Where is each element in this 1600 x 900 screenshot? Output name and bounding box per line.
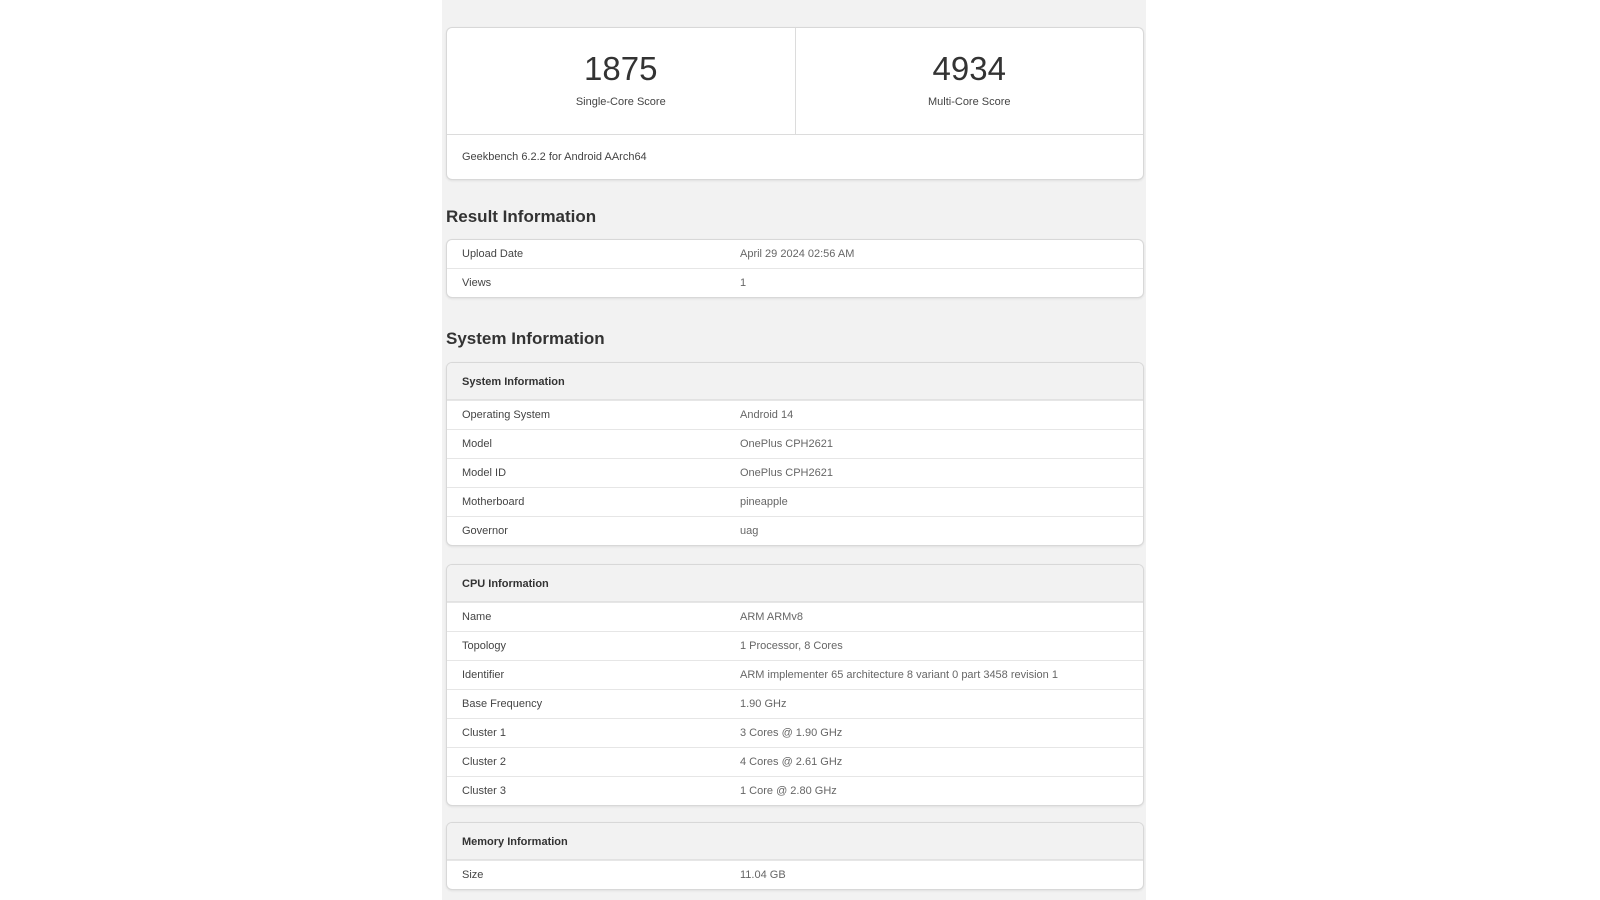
- table-row: Governor uag: [447, 516, 1143, 545]
- table-row: Views 1: [447, 268, 1143, 297]
- row-key: Model: [462, 438, 492, 450]
- row-value: OnePlus CPH2621: [740, 438, 833, 450]
- row-value: 1 Core @ 2.80 GHz: [740, 785, 837, 797]
- row-value: 11.04 GB: [740, 869, 786, 881]
- row-value: 1.90 GHz: [740, 698, 787, 710]
- row-value: Android 14: [740, 409, 794, 421]
- row-key: Name: [462, 611, 492, 623]
- row-key: Model ID: [462, 467, 507, 479]
- geekbench-result-page: 1875 Single-Core Score 4934 Multi-Core S…: [442, 0, 1146, 900]
- row-value: ARM implementer 65 architecture 8 varian…: [740, 669, 1058, 681]
- table-header: CPU Information: [447, 565, 1143, 602]
- table-row: Upload Date April 29 2024 02:56 AM: [447, 240, 1143, 268]
- row-value: 1 Processor, 8 Cores: [740, 640, 843, 652]
- table-row: Identifier ARM implementer 65 architectu…: [447, 660, 1143, 689]
- row-key: Views: [462, 277, 492, 289]
- table-row: Cluster 2 4 Cores @ 2.61 GHz: [447, 747, 1143, 776]
- table-row: Topology 1 Processor, 8 Cores: [447, 631, 1143, 660]
- row-value: April 29 2024 02:56 AM: [740, 248, 855, 260]
- table-row: Base Frequency 1.90 GHz: [447, 689, 1143, 718]
- row-key: Identifier: [462, 669, 505, 681]
- row-value: ARM ARMv8: [740, 611, 803, 623]
- row-key: Cluster 3: [462, 785, 507, 797]
- row-key: Cluster 2: [462, 756, 507, 768]
- table-row: Motherboard pineapple: [447, 487, 1143, 516]
- row-key: Topology: [462, 640, 507, 652]
- single-core-score-value: 1875: [584, 50, 658, 87]
- table-row: Cluster 3 1 Core @ 2.80 GHz: [447, 776, 1143, 805]
- row-key: Base Frequency: [462, 698, 543, 710]
- system-information-heading: System Information: [446, 329, 605, 348]
- scores-row: 1875 Single-Core Score 4934 Multi-Core S…: [447, 28, 1143, 135]
- row-key: Governor: [462, 525, 508, 537]
- table-row: Name ARM ARMv8: [447, 602, 1143, 631]
- table-row: Model OnePlus CPH2621: [447, 429, 1143, 458]
- table-row: Cluster 1 3 Cores @ 1.90 GHz: [447, 718, 1143, 747]
- score-card: 1875 Single-Core Score 4934 Multi-Core S…: [446, 27, 1144, 180]
- table-row: Size 11.04 GB: [447, 860, 1143, 889]
- row-key: Size: [462, 869, 484, 881]
- single-core-score: 1875 Single-Core Score: [447, 28, 795, 134]
- result-information-heading: Result Information: [446, 207, 597, 226]
- memory-information-table: Memory Information Size 11.04 GB: [446, 822, 1144, 890]
- row-value: uag: [740, 525, 759, 537]
- row-value: 3 Cores @ 1.90 GHz: [740, 727, 843, 739]
- row-key: Upload Date: [462, 248, 524, 260]
- result-information-table: Upload Date April 29 2024 02:56 AM Views…: [446, 239, 1144, 298]
- system-information-table: System Information Operating System Andr…: [446, 362, 1144, 546]
- table-row: Operating System Android 14: [447, 400, 1143, 429]
- multi-core-score-label: Multi-Core Score: [927, 96, 1011, 108]
- table-header: System Information: [447, 363, 1143, 400]
- row-key: Operating System: [462, 409, 551, 421]
- multi-core-score: 4934 Multi-Core Score: [794, 28, 1144, 134]
- row-key: Cluster 1: [462, 727, 507, 739]
- row-value: 4 Cores @ 2.61 GHz: [740, 756, 843, 768]
- row-value: pineapple: [740, 496, 788, 508]
- multi-core-score-value: 4934: [932, 50, 1006, 87]
- row-value: OnePlus CPH2621: [740, 467, 833, 479]
- table-row: Model ID OnePlus CPH2621: [447, 458, 1143, 487]
- row-value: 1: [740, 277, 747, 289]
- single-core-score-label: Single-Core Score: [575, 96, 666, 108]
- benchmark-version: Geekbench 6.2.2 for Android AArch64: [462, 151, 647, 163]
- table-header: Memory Information: [447, 823, 1143, 860]
- row-key: Motherboard: [462, 496, 525, 508]
- cpu-information-table: CPU Information Name ARM ARMv8 Topology …: [446, 564, 1144, 806]
